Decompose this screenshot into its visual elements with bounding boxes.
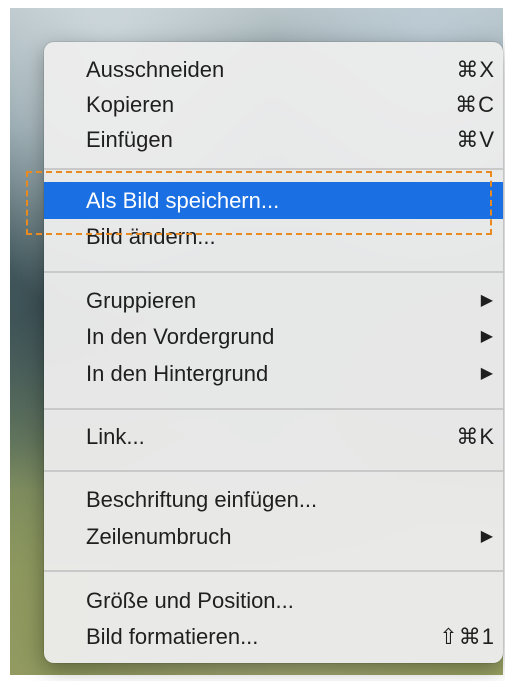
- submenu-arrow-icon: ▶: [480, 365, 493, 382]
- menu-item-als-bild-speichern[interactable]: Als Bild speichern...: [44, 182, 503, 219]
- menu-item-label: Zeilenumbruch: [86, 524, 232, 549]
- shortcut-label: ⌘V: [456, 127, 495, 152]
- menu-separator: [44, 570, 503, 572]
- menu-item-gruppieren[interactable]: Gruppieren ▶: [44, 282, 503, 319]
- menu-item-label: Gruppieren: [86, 288, 197, 313]
- menu-item-ausschneiden[interactable]: Ausschneiden ⌘X: [44, 51, 503, 88]
- menu-separator: [44, 470, 503, 472]
- shortcut-label: ⌘C: [455, 92, 495, 117]
- menu-item-bild-formatieren[interactable]: Bild formatieren... ⇧⌘1: [44, 618, 503, 655]
- submenu-arrow-icon: ▶: [480, 328, 493, 345]
- menu-item-label: Ausschneiden: [86, 57, 225, 82]
- menu-item-label: Als Bild speichern...: [86, 188, 280, 213]
- menu-item-bild-aendern[interactable]: Bild ändern...: [44, 218, 503, 255]
- shortcut-label: ⌘X: [456, 57, 495, 82]
- submenu-arrow-icon: ▶: [480, 292, 493, 309]
- menu-item-label: Kopieren: [86, 92, 175, 117]
- context-menu: Ausschneiden ⌘X Kopieren ⌘C Einfügen ⌘V …: [44, 42, 503, 663]
- menu-item-einfuegen[interactable]: Einfügen ⌘V: [44, 121, 503, 158]
- menu-item-kopieren[interactable]: Kopieren ⌘C: [44, 86, 503, 123]
- menu-separator: [44, 271, 503, 273]
- shortcut-label: ⇧⌘1: [439, 624, 495, 649]
- menu-item-label: Bild ändern...: [86, 224, 216, 249]
- menu-item-label: In den Vordergrund: [86, 324, 275, 349]
- menu-item-label: In den Hintergrund: [86, 361, 269, 386]
- menu-item-vordergrund[interactable]: In den Vordergrund ▶: [44, 318, 503, 355]
- menu-item-label: Beschriftung einfügen...: [86, 487, 318, 512]
- menu-item-label: Bild formatieren...: [86, 624, 259, 649]
- menu-item-link[interactable]: Link... ⌘K: [44, 418, 503, 455]
- menu-item-zeilenumbruch[interactable]: Zeilenumbruch ▶: [44, 518, 503, 555]
- menu-item-label: Größe und Position...: [86, 588, 294, 613]
- menu-item-hintergrund[interactable]: In den Hintergrund ▶: [44, 355, 503, 392]
- menu-separator: [44, 168, 503, 170]
- shortcut-label: ⌘K: [456, 424, 495, 449]
- menu-separator: [44, 408, 503, 410]
- screenshot-frame: Ausschneiden ⌘X Kopieren ⌘C Einfügen ⌘V …: [0, 0, 505, 681]
- menu-item-beschriftung[interactable]: Beschriftung einfügen...: [44, 481, 503, 518]
- submenu-arrow-icon: ▶: [480, 528, 493, 545]
- menu-item-label: Link...: [86, 424, 145, 449]
- menu-item-groesse-position[interactable]: Größe und Position...: [44, 582, 503, 619]
- menu-item-label: Einfügen: [86, 127, 173, 152]
